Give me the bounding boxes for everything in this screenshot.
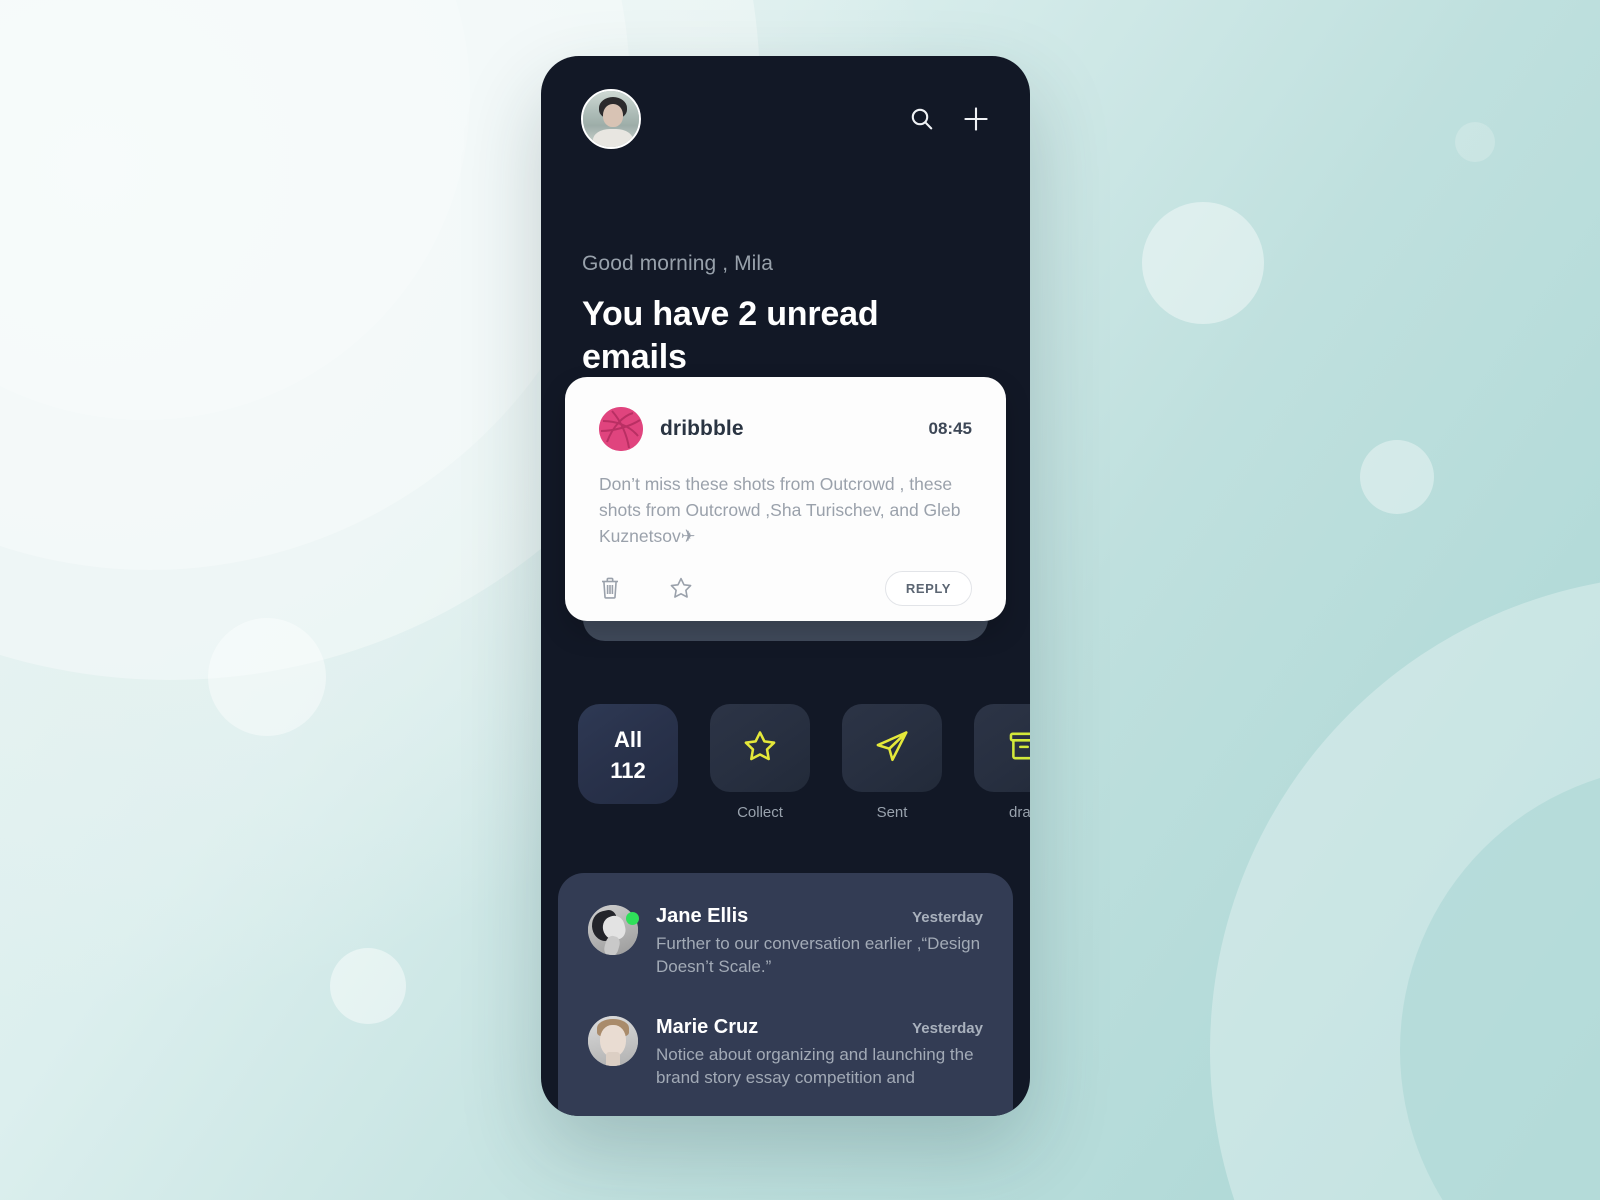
- decorative-dot-4: [330, 948, 406, 1024]
- category-draft[interactable]: draft: [974, 704, 1030, 821]
- email-sender: dribbble: [660, 417, 744, 440]
- archive-icon: [1007, 729, 1030, 768]
- category-row: All 112 Collect Sent dra: [578, 704, 1030, 821]
- send-icon: [874, 728, 910, 769]
- message-sender: Marie Cruz: [656, 1016, 759, 1039]
- trash-icon[interactable]: [599, 576, 621, 600]
- category-sent-label: Sent: [876, 804, 908, 821]
- greeting-text: Good morning , Mila: [582, 252, 773, 275]
- page-title: You have 2 unread emails: [582, 295, 879, 376]
- app-header: [541, 56, 1030, 182]
- dribbble-icon: [599, 407, 643, 451]
- avatar: [588, 1016, 638, 1067]
- category-all-tile: All 112: [578, 704, 678, 804]
- star-icon[interactable]: [669, 576, 693, 600]
- featured-email-card[interactable]: dribbble 08:45 Don’t miss these shots fr…: [565, 377, 1006, 621]
- category-sent-tile: [842, 704, 942, 792]
- avatar-image: [583, 91, 639, 147]
- email-card-actions: REPLY: [599, 570, 972, 606]
- category-all[interactable]: All 112: [578, 704, 678, 821]
- message-preview: Further to our conversation earlier ,“De…: [656, 934, 981, 976]
- online-status-dot: [626, 912, 639, 925]
- category-draft-label: draft: [1008, 804, 1030, 821]
- avatar: [588, 905, 639, 955]
- category-sent[interactable]: Sent: [842, 704, 942, 821]
- list-item[interactable]: Marie Cruz Yesterday Notice about organi…: [588, 1016, 983, 1089]
- star-icon: [742, 728, 778, 769]
- category-collect[interactable]: Collect: [710, 704, 810, 821]
- email-preview: Don’t miss these shots from Outcrowd , t…: [599, 474, 961, 546]
- plus-icon[interactable]: [962, 105, 990, 133]
- category-all-title: All: [613, 727, 643, 752]
- category-all-count: 112: [610, 758, 646, 783]
- email-card-stack: dribbble 08:45 Don’t miss these shots fr…: [565, 377, 1006, 647]
- avatar-image: [588, 1016, 638, 1067]
- message-time: Yesterday: [912, 909, 983, 926]
- search-icon[interactable]: [909, 106, 935, 132]
- avatar[interactable]: [581, 89, 641, 149]
- message-preview: Notice about organizing and launching th…: [656, 1045, 974, 1087]
- decorative-dot-1: [1142, 202, 1264, 324]
- category-draft-tile: [974, 704, 1030, 792]
- phone-mockup: Good morning , Mila You have 2 unread em…: [541, 56, 1030, 1116]
- reply-button[interactable]: REPLY: [884, 570, 972, 606]
- email-card-header: dribbble 08:45: [599, 407, 972, 451]
- decorative-dot-5: [1455, 122, 1495, 162]
- header-actions: [909, 105, 990, 133]
- category-collect-label: Collect: [737, 804, 783, 821]
- message-time: Yesterday: [912, 1020, 983, 1038]
- email-time: 08:45: [928, 419, 972, 438]
- category-collect-tile: [710, 704, 810, 792]
- decorative-dot-2: [1360, 440, 1434, 514]
- message-sender: Jane Ellis: [656, 905, 749, 927]
- decorative-dot-3: [208, 618, 326, 736]
- message-list: Jane Ellis Yesterday Further to our conv…: [558, 873, 1013, 1116]
- list-item[interactable]: Jane Ellis Yesterday Further to our conv…: [588, 905, 983, 978]
